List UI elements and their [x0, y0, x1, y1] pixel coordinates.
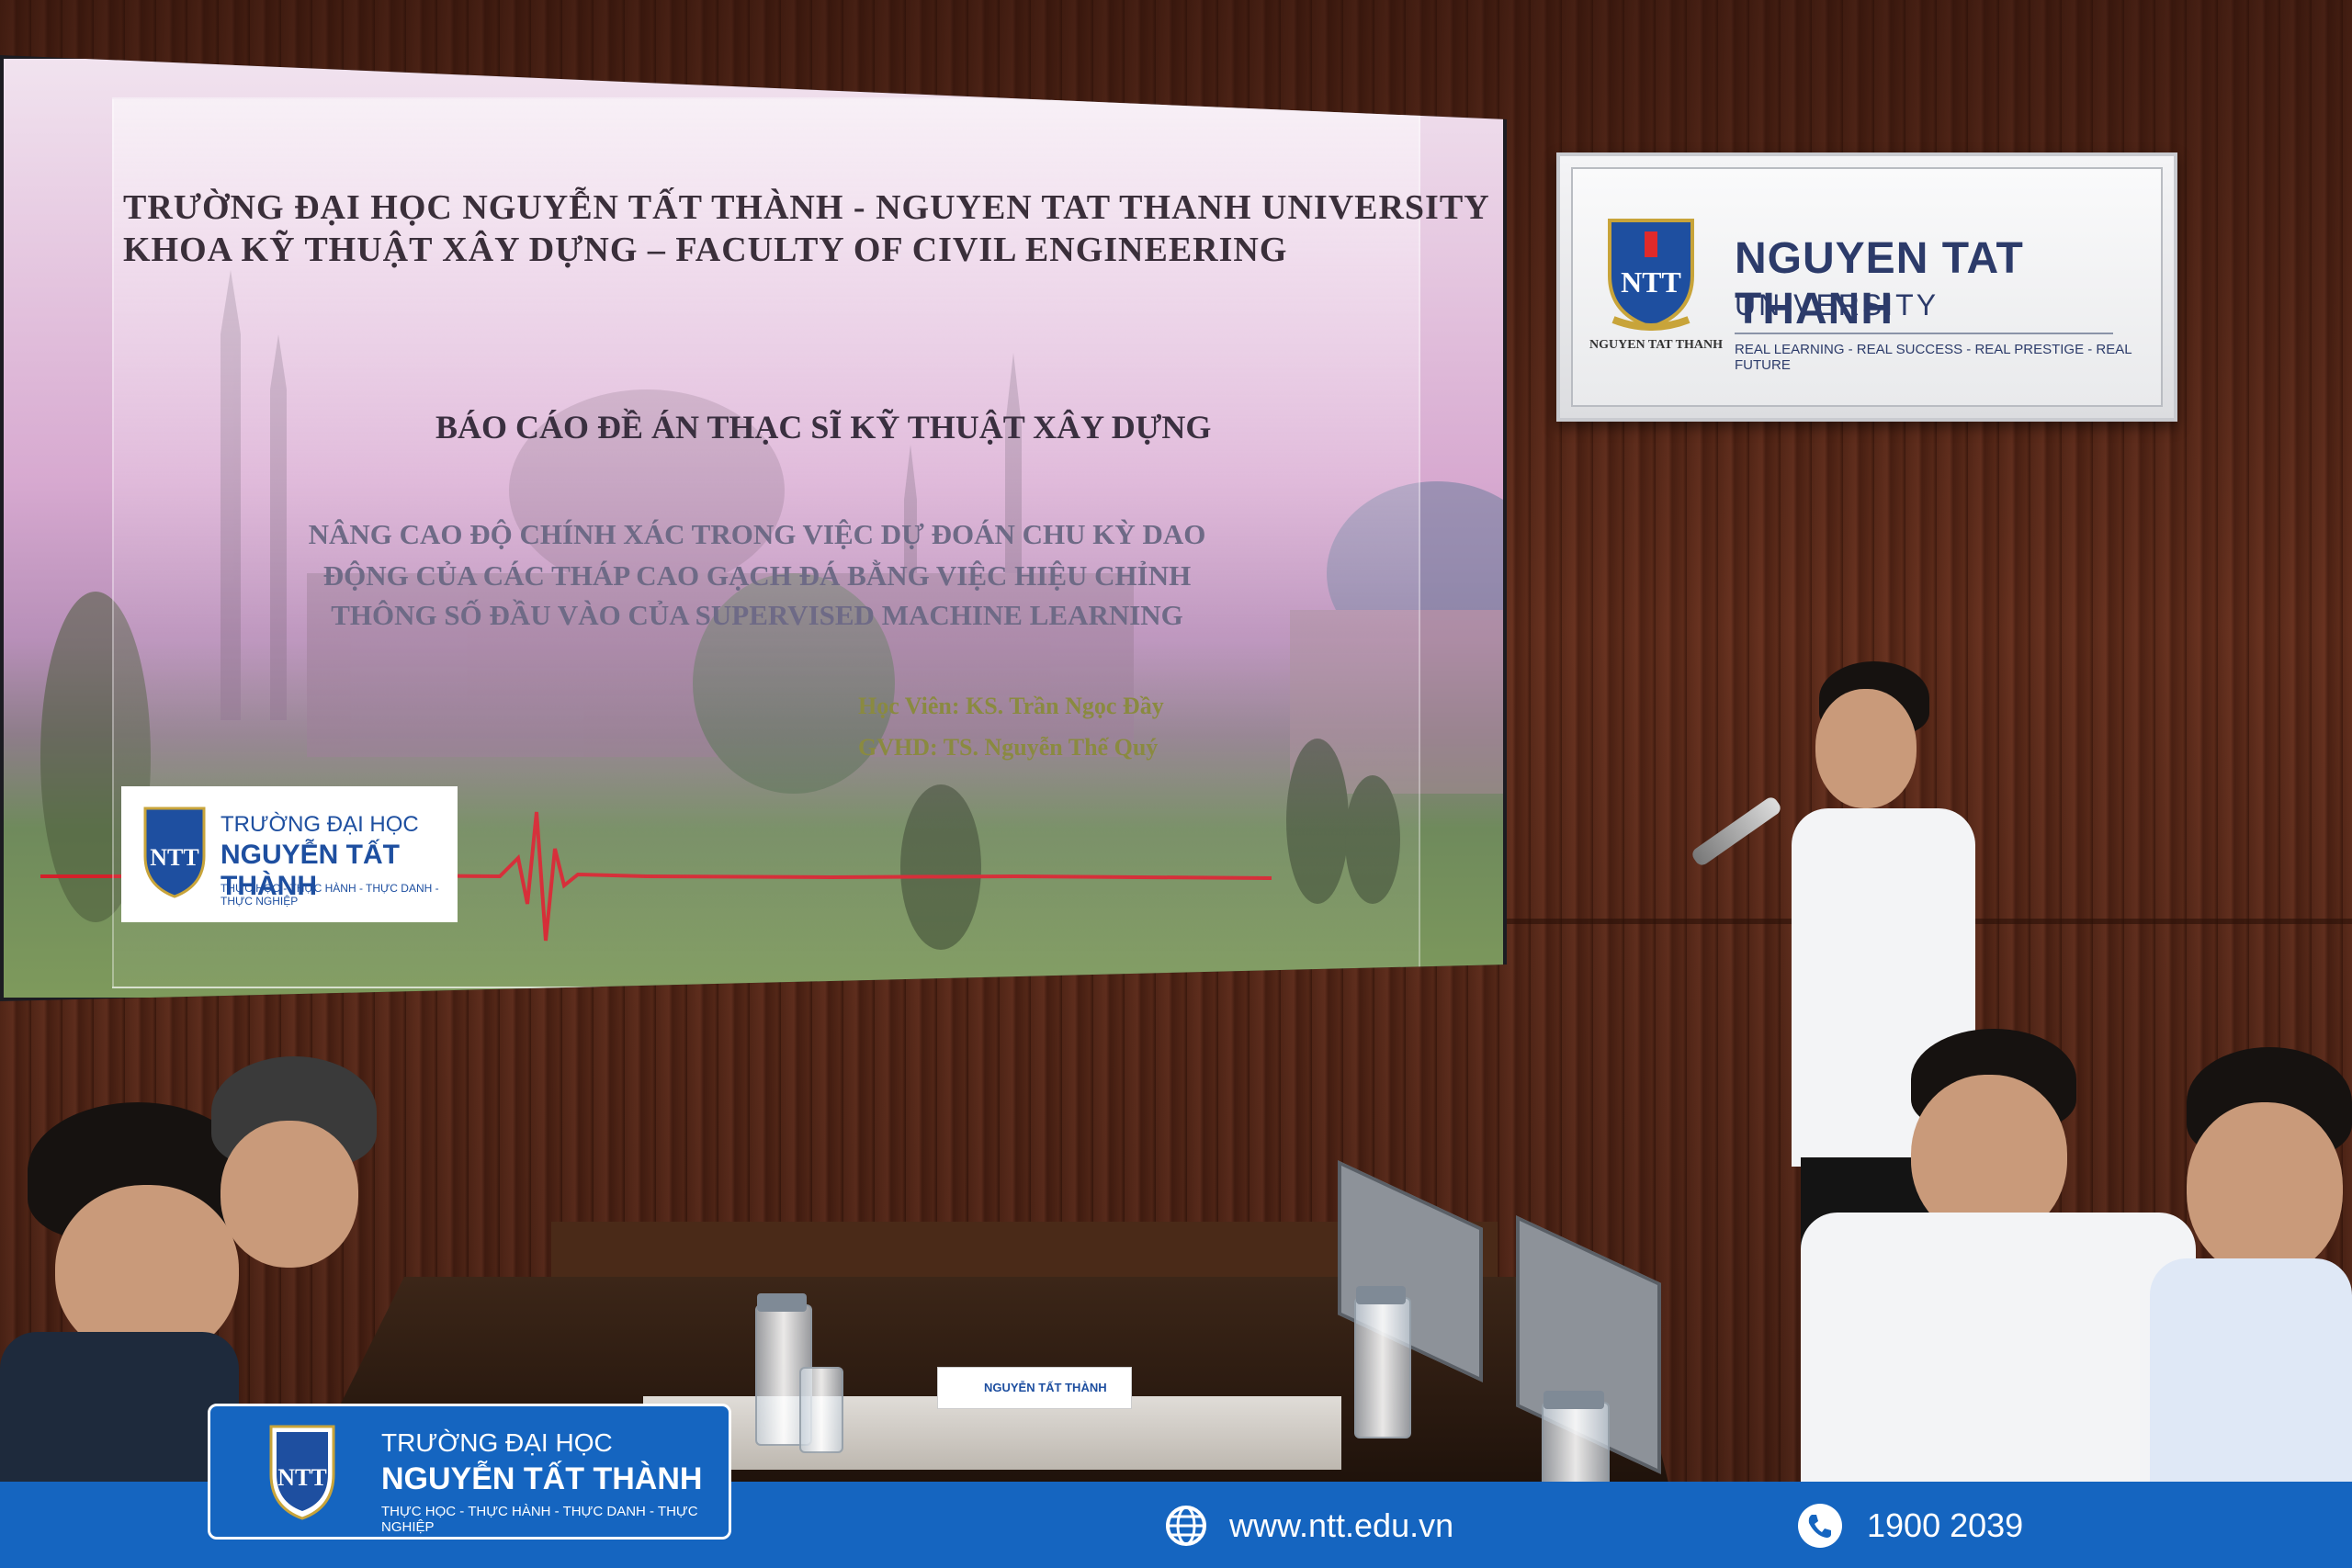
globe-icon — [1166, 1506, 1206, 1546]
slide-faculty-line: KHOA KỸ THUẬT XÂY DỰNG – FACULTY OF CIVI… — [123, 231, 1288, 269]
audience-shirt — [2150, 1258, 2352, 1488]
svg-text:NTT: NTT — [150, 844, 198, 871]
ntt-crest-icon: NTT — [143, 807, 206, 898]
audience-shirt — [0, 1332, 239, 1488]
ntt-crest-icon: NTT — [1608, 219, 1694, 331]
audience-head — [220, 1121, 358, 1268]
slide-topic-line-3: THÔNG SỐ ĐẦU VÀO CỦA SUPERVISED MACHINE … — [331, 599, 1183, 631]
slide-university-logo: NTT TRƯỜNG ĐẠI HỌC NGUYỄN TẤT THÀNH THỰC… — [121, 786, 458, 922]
drinking-glass — [799, 1367, 843, 1453]
plaque-crest-label: NGUYEN TAT THANH — [1589, 338, 1723, 352]
slide-logo-line3: THỰC HỌC - THỰC HÀNH - THỰC DANH - THỰC … — [220, 882, 439, 908]
phone-icon — [1798, 1504, 1842, 1548]
phone-text: 1900 2039 — [1867, 1506, 2024, 1544]
footer-phone[interactable]: 1900 2039 — [1797, 1503, 2073, 1549]
footer-logo-line3: THỰC HỌC - THỰC HÀNH - THỰC DANH - THỰC … — [381, 1504, 698, 1535]
presentation-screen: TRƯỜNG ĐẠI HỌC NGUYỄN TẤT THÀNH - NGUYEN… — [0, 55, 1507, 1001]
slide-logo-line1: TRƯỜNG ĐẠI HỌC — [220, 812, 419, 837]
svg-text:NTT: NTT — [1621, 265, 1681, 299]
audience-shirt — [1801, 1213, 2196, 1488]
slide-background: TRƯỜNG ĐẠI HỌC NGUYỄN TẤT THÀNH - NGUYEN… — [4, 59, 1503, 998]
slide-university-line: TRƯỜNG ĐẠI HỌC NGUYỄN TẤT THÀNH - NGUYEN… — [123, 188, 1490, 227]
water-bottle — [1354, 1297, 1411, 1438]
bottle-cap — [1356, 1286, 1406, 1304]
plaque-divider — [1735, 333, 2113, 334]
slide-student: Học Viên: KS. Trần Ngọc Đầy — [858, 693, 1164, 719]
nameplate-text: NGUYỄN TẤT THÀNH — [984, 1381, 1107, 1394]
footer-logo-line2: NGUYỄN TẤT THÀNH — [381, 1461, 703, 1496]
slide-topic-line-1: NÂNG CAO ĐỘ CHÍNH XÁC TRONG VIỆC DỰ ĐOÁN… — [308, 518, 1206, 550]
footer-logo-line1: TRƯỜNG ĐẠI HỌC — [381, 1428, 613, 1457]
bottle-cap — [1544, 1391, 1604, 1409]
slide-topic-line-2: ĐỘNG CỦA CÁC THÁP CAO GẠCH ĐÁ BẰNG VIỆC … — [322, 559, 1192, 592]
slide-report-title: BÁO CÁO ĐỀ ÁN THẠC SĨ KỸ THUẬT XÂY DỰNG — [435, 409, 1212, 446]
audience-member-back — [193, 1056, 377, 1332]
plaque-tagline: REAL LEARNING - REAL SUCCESS - REAL PRES… — [1735, 342, 2132, 373]
ntt-crest-icon: NTT — [269, 1425, 335, 1520]
website-text: www.ntt.edu.vn — [1229, 1506, 1454, 1544]
audience-head — [2187, 1102, 2343, 1277]
desk-nameplate: NGUYỄN TẤT THÀNH — [937, 1367, 1132, 1409]
plaque-university-word: UNIVERSITY — [1735, 288, 1939, 321]
svg-text:NTT: NTT — [277, 1464, 326, 1491]
footer-website[interactable]: www.ntt.edu.vn — [1165, 1505, 1643, 1547]
water-bottle — [1542, 1402, 1610, 1488]
audience-member-far-right — [2150, 1047, 2352, 1488]
presenter-head — [1815, 689, 1917, 808]
footer-university-logo: NTT TRƯỜNG ĐẠI HỌC NGUYỄN TẤT THÀNH THỰC… — [208, 1404, 731, 1540]
bottle-cap — [757, 1293, 807, 1312]
slide-advisor: GVHD: TS. Nguyễn Thế Quý — [858, 734, 1159, 761]
university-wall-plaque: NTT NGUYEN TAT THANH NGUYEN TAT THANH UN… — [1556, 152, 2177, 422]
